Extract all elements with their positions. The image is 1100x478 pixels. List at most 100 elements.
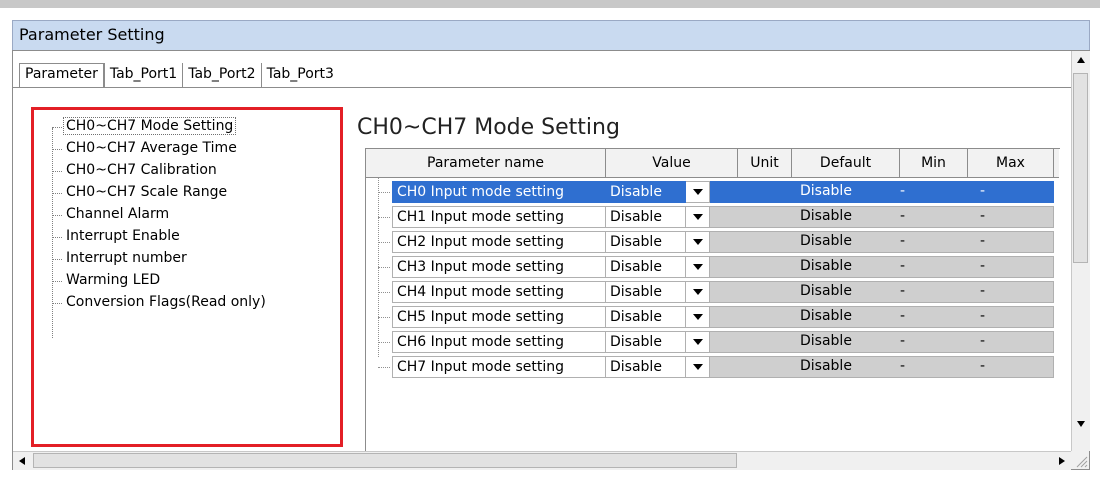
parameter-grid: Parameter name Value Unit Default Min Ma…: [365, 148, 1060, 455]
table-row[interactable]: CH3 Input mode setting Disable Disable -…: [366, 255, 1059, 279]
window-title-bar: Parameter Setting: [12, 20, 1090, 50]
default-cell: Disable: [800, 333, 852, 349]
tree-item-warming-led[interactable]: Warming LED: [34, 270, 334, 292]
parameter-tree: CH0~CH7 Mode Setting CH0~CH7 Average Tim…: [31, 107, 343, 447]
window-title: Parameter Setting: [19, 25, 165, 44]
chevron-down-icon: [692, 364, 703, 370]
dropdown-button[interactable]: [686, 356, 710, 378]
scroll-down-button[interactable]: [1072, 415, 1090, 433]
table-row[interactable]: CH4 Input mode setting Disable Disable -…: [366, 280, 1059, 304]
value-select[interactable]: Disable: [606, 181, 686, 203]
column-header-value[interactable]: Value: [606, 149, 738, 177]
dropdown-button[interactable]: [686, 256, 710, 278]
resize-grip-icon: [1076, 456, 1088, 468]
value-select[interactable]: Disable: [606, 281, 686, 303]
table-row[interactable]: CH7 Input mode setting Disable Disable -…: [366, 355, 1059, 379]
tab-port1[interactable]: Tab_Port1: [103, 63, 182, 87]
tree-item-label: Channel Alarm: [66, 206, 170, 222]
tree-item-average-time[interactable]: CH0~CH7 Average Time: [34, 138, 334, 160]
parameter-name-cell: CH2 Input mode setting: [392, 231, 606, 253]
chevron-down-icon: [692, 339, 703, 345]
tree-item-label: Interrupt number: [66, 250, 187, 266]
parameter-panel: Parameter Tab_Port1 Tab_Port2 Tab_Port3 …: [12, 50, 1090, 470]
column-header-max[interactable]: Max: [968, 149, 1054, 177]
table-row[interactable]: CH1 Input mode setting Disable Disable -…: [366, 205, 1059, 229]
table-row[interactable]: CH2 Input mode setting Disable Disable -…: [366, 230, 1059, 254]
tree-item-interrupt-number[interactable]: Interrupt number: [34, 248, 334, 270]
tree-item-conversion-flags[interactable]: Conversion Flags(Read only): [34, 292, 334, 314]
dropdown-button[interactable]: [686, 281, 710, 303]
section-heading: CH0~CH7 Mode Setting: [357, 115, 620, 140]
value-select[interactable]: Disable: [606, 256, 686, 278]
horizontal-scroll-thumb[interactable]: [33, 453, 737, 468]
dropdown-button[interactable]: [686, 181, 710, 203]
tree-connector: [52, 281, 62, 282]
arrow-down-icon: [1077, 421, 1085, 427]
scroll-left-button[interactable]: [13, 452, 31, 470]
parameter-name-cell: CH4 Input mode setting: [392, 281, 606, 303]
value-select[interactable]: Disable: [606, 331, 686, 353]
row-connector: [378, 292, 390, 293]
table-row[interactable]: CH5 Input mode setting Disable Disable -…: [366, 305, 1059, 329]
chevron-down-icon: [692, 214, 703, 220]
parameter-name-cell: CH5 Input mode setting: [392, 306, 606, 328]
tab-parameter[interactable]: Parameter: [19, 63, 104, 88]
parameter-name-cell: CH3 Input mode setting: [392, 256, 606, 278]
horizontal-scrollbar[interactable]: [13, 451, 1071, 470]
tree-connector: [52, 303, 62, 304]
default-cell: Disable: [800, 283, 852, 299]
max-cell: -: [980, 283, 986, 299]
parameter-name-cell: CH1 Input mode setting: [392, 206, 606, 228]
tree-item-scale-range[interactable]: CH0~CH7 Scale Range: [34, 182, 334, 204]
tree-item-interrupt-enable[interactable]: Interrupt Enable: [34, 226, 334, 248]
tree-item-mode-setting[interactable]: CH0~CH7 Mode Setting: [34, 116, 334, 138]
tree-item-label: Conversion Flags(Read only): [66, 294, 266, 310]
vertical-scroll-thumb[interactable]: [1073, 73, 1088, 263]
chevron-down-icon: [692, 289, 703, 295]
value-select[interactable]: Disable: [606, 356, 686, 378]
min-cell: -: [900, 208, 906, 224]
parameter-name-cell: CH6 Input mode setting: [392, 331, 606, 353]
table-row[interactable]: CH0 Input mode setting Disable Disable -…: [366, 180, 1059, 204]
column-header-default[interactable]: Default: [792, 149, 900, 177]
arrow-left-icon: [19, 457, 25, 465]
table-row[interactable]: CH6 Input mode setting Disable Disable -…: [366, 330, 1059, 354]
column-header-parameter-name[interactable]: Parameter name: [366, 149, 606, 177]
min-cell: -: [900, 283, 906, 299]
dropdown-button[interactable]: [686, 231, 710, 253]
arrow-up-icon: [1077, 57, 1085, 63]
value-select[interactable]: Disable: [606, 206, 686, 228]
resize-grip[interactable]: [1071, 451, 1089, 469]
tree-item-label: CH0~CH7 Mode Setting: [62, 117, 237, 135]
grid-header: Parameter name Value Unit Default Min Ma…: [366, 149, 1059, 178]
dropdown-button[interactable]: [686, 306, 710, 328]
tab-bar: Parameter Tab_Port1 Tab_Port2 Tab_Port3: [19, 63, 339, 88]
row-connector: [378, 217, 390, 218]
dropdown-button[interactable]: [686, 206, 710, 228]
scroll-right-button[interactable]: [1053, 452, 1071, 470]
tree-connector: [52, 171, 62, 172]
max-cell: -: [980, 183, 986, 199]
max-cell: -: [980, 358, 986, 374]
tab-port3[interactable]: Tab_Port3: [260, 63, 339, 87]
column-header-min[interactable]: Min: [900, 149, 968, 177]
vertical-scrollbar[interactable]: [1071, 51, 1090, 451]
value-select[interactable]: Disable: [606, 306, 686, 328]
chevron-down-icon: [692, 314, 703, 320]
tree-item-calibration[interactable]: CH0~CH7 Calibration: [34, 160, 334, 182]
parameter-name-cell: CH0 Input mode setting: [392, 181, 606, 203]
value-select[interactable]: Disable: [606, 231, 686, 253]
chevron-down-icon: [692, 239, 703, 245]
column-header-unit[interactable]: Unit: [738, 149, 792, 177]
tab-port2[interactable]: Tab_Port2: [182, 63, 260, 87]
scroll-up-button[interactable]: [1072, 51, 1090, 69]
tree-item-label: Interrupt Enable: [66, 228, 180, 244]
default-cell: Disable: [800, 308, 852, 324]
min-cell: -: [900, 183, 906, 199]
tree-item-channel-alarm[interactable]: Channel Alarm: [34, 204, 334, 226]
max-cell: -: [980, 258, 986, 274]
dropdown-button[interactable]: [686, 331, 710, 353]
tree-connector: [52, 237, 62, 238]
min-cell: -: [900, 258, 906, 274]
tree-item-label: Warming LED: [66, 272, 161, 288]
